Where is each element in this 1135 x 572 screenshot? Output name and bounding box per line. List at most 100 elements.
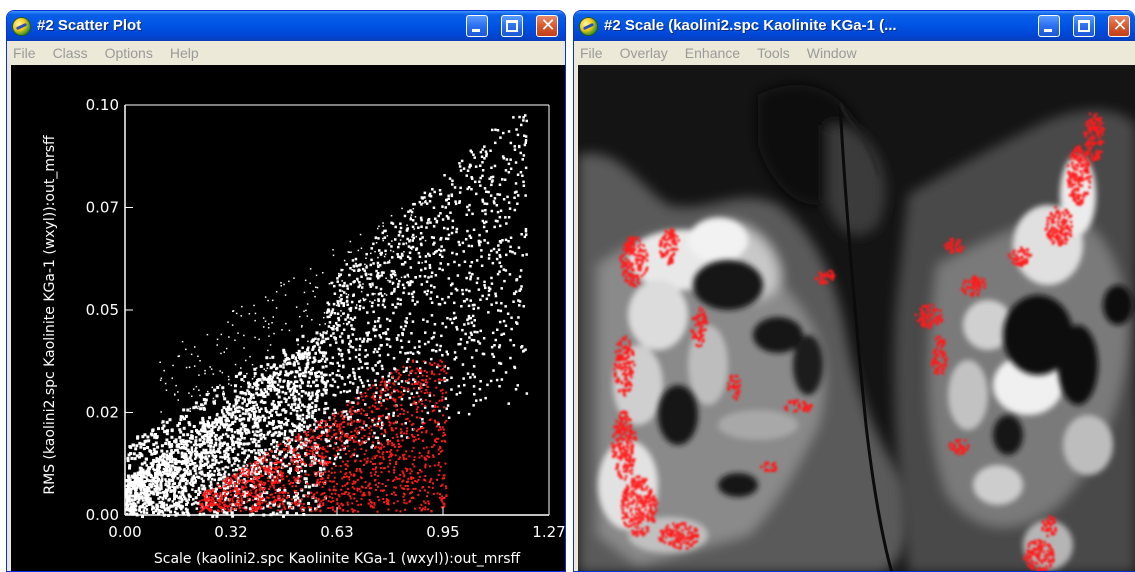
menu-class[interactable]: Class — [53, 45, 88, 61]
menu-help[interactable]: Help — [170, 45, 199, 61]
scatter-point — [293, 399, 296, 402]
scatter-point — [520, 346, 523, 349]
scatter-point — [430, 357, 433, 361]
scatter-point — [301, 346, 304, 349]
scatter-point — [236, 483, 239, 486]
scatter-point — [495, 301, 498, 305]
scatter-point — [226, 466, 230, 469]
scatter-point — [333, 417, 336, 420]
scatter-point — [445, 391, 448, 394]
scatter-point — [314, 352, 317, 355]
scatter-point — [256, 416, 260, 420]
scatter-point — [416, 480, 419, 483]
scatter-point — [494, 219, 498, 223]
scatter-point — [468, 271, 471, 275]
scatter-point — [394, 238, 397, 241]
scatter-point — [307, 380, 311, 384]
scatter-point — [315, 474, 317, 477]
scatter-point — [352, 480, 355, 483]
scatter-point — [135, 454, 139, 458]
scatter-point — [231, 422, 235, 425]
close-button[interactable]: ✕ — [536, 15, 558, 37]
scatter-point — [341, 477, 344, 480]
scatter-point — [152, 458, 156, 462]
scatter-point — [312, 494, 315, 497]
scatter-point — [439, 262, 442, 265]
scatter-point — [195, 451, 199, 455]
scatter-point — [350, 413, 352, 416]
scatter-point — [356, 420, 359, 423]
scatter-point — [308, 453, 311, 455]
scatter-point — [368, 283, 372, 286]
scatter-point — [285, 398, 288, 401]
scatter-point — [316, 286, 319, 289]
scatter-point — [310, 439, 313, 442]
scatter-point — [396, 253, 399, 256]
scatter-point — [360, 485, 363, 488]
scatter-point — [275, 307, 278, 309]
scatter-plot-area[interactable]: 0.00 0.32 0.63 0.95 1.27 0.00 0.02 0.05 0.07 0.1… — [11, 65, 565, 571]
scatter-plot[interactable]: 0.00 0.32 0.63 0.95 1.27 0.000.020.050.070.1… — [11, 65, 566, 572]
scatter-point — [136, 500, 140, 504]
maximize-button[interactable] — [501, 15, 523, 37]
scatter-point — [332, 332, 335, 335]
scatter-point — [429, 297, 432, 300]
scatter-point — [197, 407, 199, 410]
scatter-point — [509, 167, 513, 170]
scatter-point — [197, 475, 201, 479]
scatter-point — [377, 256, 379, 259]
scatter-point — [445, 407, 448, 410]
scatter-point — [443, 174, 446, 177]
scatter-point — [279, 385, 283, 389]
scatter-point — [295, 413, 299, 416]
scatter-point — [352, 367, 355, 371]
minimize-button[interactable] — [466, 15, 488, 37]
scatter-point — [396, 297, 400, 301]
scatter-point — [155, 506, 159, 509]
scatter-point — [303, 446, 305, 449]
scatter-point — [306, 315, 309, 317]
scatter-point — [297, 349, 301, 353]
scatter-point — [513, 252, 517, 255]
scatter-point — [472, 324, 476, 328]
scatter-point — [239, 494, 242, 497]
scatter-point — [464, 238, 468, 241]
scatter-point — [493, 164, 497, 168]
scatter-point — [286, 361, 290, 365]
scatter-point — [372, 242, 375, 246]
scatter-point — [414, 372, 417, 375]
scatter-point — [241, 412, 245, 415]
scatter-point — [141, 435, 145, 439]
scatter-point — [382, 489, 385, 492]
scatter-point — [212, 473, 216, 477]
scatter-point — [319, 323, 321, 326]
scatter-point — [405, 369, 408, 372]
scatter-point — [215, 423, 218, 426]
menu-options[interactable]: Options — [105, 45, 153, 61]
scatter-point — [156, 445, 160, 449]
scatter-point — [272, 400, 275, 403]
menu-file[interactable]: File — [13, 45, 36, 61]
scatter-point — [139, 505, 143, 509]
scatter-point — [443, 406, 446, 409]
scatter-point — [169, 459, 173, 463]
scatter-point — [256, 461, 259, 464]
scatter-point — [360, 247, 363, 249]
scatter-point — [398, 396, 401, 399]
scatter-point — [392, 311, 395, 315]
scatter-point — [228, 500, 231, 503]
scatter-point — [132, 452, 136, 456]
scatter-point — [340, 301, 343, 305]
scatter-point — [390, 215, 393, 217]
scatter-point — [334, 492, 337, 495]
scatter-point — [354, 355, 358, 359]
scatter-point — [277, 395, 281, 399]
scatter-point — [404, 352, 407, 355]
scatter-point — [194, 365, 196, 367]
scatter-point — [514, 290, 518, 293]
scatter-point — [455, 289, 459, 292]
scatter-point — [303, 506, 306, 509]
scatter-point — [156, 467, 159, 470]
scatter-point — [415, 391, 419, 395]
scatter-title-bar[interactable]: #2 Scatter Plot ✕ — [7, 11, 565, 41]
